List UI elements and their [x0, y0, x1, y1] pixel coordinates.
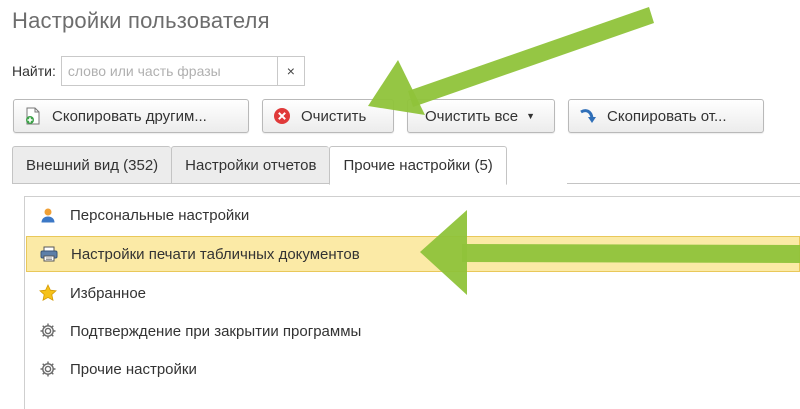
clear-button[interactable]: Очистить: [262, 99, 394, 133]
list-item-label: Подтверждение при закрытии программы: [70, 322, 362, 340]
tab-appearance[interactable]: Внешний вид (352): [12, 146, 172, 184]
tab-other-settings[interactable]: Прочие настройки (5): [329, 146, 507, 185]
copy-from-label: Скопировать от...: [607, 107, 727, 125]
list-item-label: Избранное: [70, 284, 147, 302]
tab-report-settings[interactable]: Настройки отчетов: [171, 146, 330, 184]
tab-label: Настройки отчетов: [185, 156, 317, 174]
list-item-print-settings[interactable]: Настройки печати табличных документов: [26, 236, 800, 272]
chevron-down-icon: ▼: [526, 111, 536, 121]
clear-all-label: Очистить все: [425, 107, 519, 125]
settings-tabs: Внешний вид (352) Настройки отчетов Проч…: [12, 146, 507, 185]
close-icon: ×: [286, 63, 295, 79]
curved-arrow-icon: [579, 107, 597, 125]
list-item-label: Персональные настройки: [70, 206, 250, 224]
search-input[interactable]: [60, 56, 277, 86]
list-item-other-settings[interactable]: Прочие настройки: [26, 351, 800, 387]
star-icon: [38, 283, 58, 303]
list-item-label: Прочие настройки: [70, 360, 197, 378]
tab-divider: [567, 183, 800, 184]
clear-all-button[interactable]: Очистить все ▼: [407, 99, 555, 133]
clear-icon: [273, 107, 291, 125]
list-item-favorites[interactable]: Избранное: [26, 275, 800, 311]
copy-to-others-button[interactable]: Скопировать другим...: [13, 99, 249, 133]
copy-from-button[interactable]: Скопировать от...: [568, 99, 764, 133]
search-label: Найти:: [12, 63, 56, 79]
user-icon: [38, 205, 58, 225]
list-item-exit-confirmation[interactable]: Подтверждение при закрытии программы: [26, 313, 800, 349]
search-clear-button[interactable]: ×: [276, 56, 305, 86]
list-item-personal-settings[interactable]: Персональные настройки: [26, 197, 800, 233]
tab-label: Прочие настройки (5): [343, 157, 493, 174]
clear-label: Очистить: [301, 107, 367, 125]
printer-icon: [39, 244, 59, 264]
list-item-label: Настройки печати табличных документов: [71, 245, 360, 263]
gear-icon: [38, 321, 58, 341]
tab-label: Внешний вид (352): [26, 156, 159, 174]
copy-document-icon: [24, 107, 42, 125]
page-title: Настройки пользователя: [12, 8, 270, 33]
search-row: Найти: ×: [12, 56, 305, 86]
copy-to-others-label: Скопировать другим...: [52, 107, 207, 125]
gear-icon: [38, 359, 58, 379]
